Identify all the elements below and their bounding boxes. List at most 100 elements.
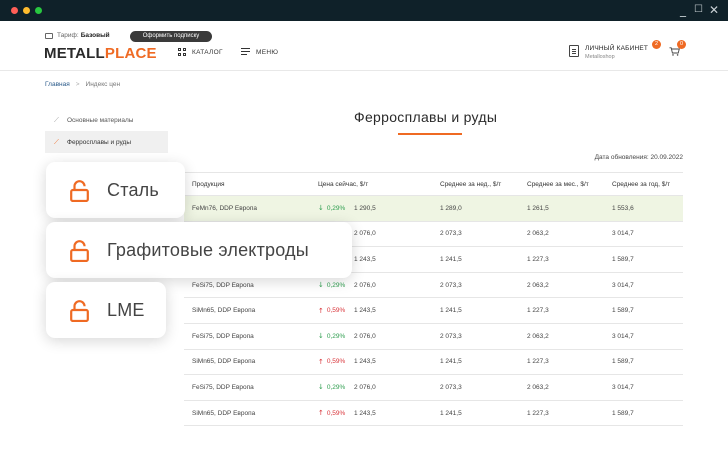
arrow-down-icon: ↓ [318, 383, 324, 392]
site-logo[interactable]: METALLPLACE [44, 45, 157, 62]
logo-part-metall: METALL [44, 45, 105, 62]
column-header-price[interactable]: Цена сейчас, $/т [318, 173, 368, 195]
account-title: ЛИЧНЫЙ КАБИНЕТ [585, 45, 649, 52]
menu-label: МЕНЮ [256, 49, 279, 56]
month-avg-cell: 2 063,2 [527, 281, 549, 289]
breadcrumb-home[interactable]: Главная [45, 81, 70, 88]
account-badge: 2 [652, 40, 661, 49]
sidebar-item-label: Основные материалы [67, 116, 134, 124]
logo-part-place: PLACE [104, 45, 157, 62]
product-cell: SiMn65, DDP Европа [192, 409, 256, 417]
table-row[interactable]: FeMn76, DDP Европа ↓ 0,29% 1 290,5 1 289,0 1 … [184, 196, 683, 222]
table-row[interactable]: FeSi75, DDP Европа ↓ 0,29% 2 076,0 2 073,3 2 … [184, 324, 683, 350]
column-header-month[interactable]: Среднее за мес., $/т [527, 173, 589, 195]
lock-open-icon [70, 240, 89, 262]
locked-category-graphite-electrodes[interactable]: Графитовые электроды [46, 222, 352, 278]
arrow-up-icon: ↑ [318, 409, 324, 418]
table-row[interactable]: SiMn65, DDP Европа ↑ 0,59% 1 243,5 1 241,5 1 … [184, 401, 683, 427]
locked-category-steel[interactable]: Сталь [46, 162, 185, 218]
week-avg-cell: 2 073,3 [440, 230, 462, 238]
year-avg-cell: 1 589,7 [612, 307, 634, 315]
change-cell: ↑ 0,59% [318, 350, 345, 375]
month-avg-cell: 1 261,5 [527, 204, 549, 212]
price-cell: 2 076,0 [354, 332, 376, 340]
locked-category-label: Сталь [107, 179, 159, 200]
close-window-button[interactable] [11, 7, 18, 14]
year-avg-cell: 1 589,7 [612, 358, 634, 366]
maximize-icon[interactable]: ☐ [694, 3, 703, 17]
catalog-button[interactable]: КАТАЛОГ [178, 48, 223, 56]
week-avg-cell: 1 241,5 [440, 255, 462, 263]
week-avg-cell: 1 289,0 [440, 204, 462, 212]
price-cell: 2 076,0 [354, 383, 376, 391]
title-underline [398, 133, 462, 135]
table-row[interactable]: SiMn65, DDP Европа ↑ 0,59% 1 243,5 1 241,5 1 … [184, 298, 683, 324]
price-cell: 1 243,5 [354, 358, 376, 366]
month-avg-cell: 1 227,3 [527, 358, 549, 366]
tariff-info: Тариф: Базовый [45, 32, 110, 39]
site-header: Тариф: Базовый Оформить подписку METALLP… [0, 21, 728, 71]
change-cell: ↓ 0,29% [318, 196, 345, 221]
month-avg-cell: 1 227,3 [527, 307, 549, 315]
price-cell: 1 243,5 [354, 255, 376, 263]
product-cell: FeSi75, DDP Европа [192, 383, 254, 391]
month-avg-cell: 1 227,3 [527, 409, 549, 417]
change-value: 0,59% [326, 409, 346, 417]
trend-icon: ⟋ [54, 115, 59, 124]
arrow-down-icon: ↓ [318, 281, 324, 290]
cart-badge: 0 [677, 40, 686, 49]
year-avg-cell: 3 014,7 [612, 383, 634, 391]
year-avg-cell: 1 553,6 [612, 204, 634, 212]
arrow-up-icon: ↑ [318, 306, 324, 315]
change-cell: ↑ 0,59% [318, 298, 345, 323]
breadcrumb-separator: > [75, 81, 80, 88]
hamburger-icon [241, 48, 250, 57]
subscribe-button[interactable]: Оформить подписку [130, 31, 212, 42]
sidebar-item-ferroalloys[interactable]: ⟋ Ферросплавы и руды [45, 131, 168, 153]
table-header-row: Продукция Цена сейчас, $/т Среднее за не… [184, 172, 683, 196]
sidebar-item-label: Ферросплавы и руды [67, 138, 131, 146]
price-table: Продукция Цена сейчас, $/т Среднее за не… [184, 172, 683, 427]
year-avg-cell: 1 589,7 [612, 409, 634, 417]
locked-category-label: Графитовые электроды [107, 239, 309, 260]
breadcrumb: Главная > Индекс цен [45, 81, 120, 88]
update-date: Дата обновления: 20.09.2022 [594, 154, 683, 161]
table-row[interactable]: SiMn65, DDP Европа ↑ 0,59% 1 243,5 1 241,5 1 … [184, 350, 683, 376]
table-row[interactable]: FeSi75, DDP Европа ↓ 0,29% 2 076,0 2 073,3 2 … [184, 375, 683, 401]
change-value: 0,59% [326, 307, 346, 315]
month-avg-cell: 2 063,2 [527, 383, 549, 391]
price-cell: 2 076,0 [354, 230, 376, 238]
change-value: 0,59% [326, 358, 346, 366]
account-subtitle: Metalloshop [585, 54, 615, 60]
month-avg-cell: 2 063,2 [527, 332, 549, 340]
week-avg-cell: 1 241,5 [440, 307, 462, 315]
locked-category-lme[interactable]: LME [46, 282, 166, 338]
change-value: 0,29% [326, 383, 346, 391]
price-cell: 2 076,0 [354, 281, 376, 289]
arrow-down-icon: ↓ [318, 332, 324, 341]
price-cell: 1 290,5 [354, 204, 376, 212]
menu-button[interactable]: МЕНЮ [241, 48, 278, 57]
product-cell: SiMn65, DDP Европа [192, 307, 256, 315]
column-header-product[interactable]: Продукция [192, 173, 225, 195]
product-cell: FeSi75, DDP Европа [192, 332, 254, 340]
minimize-icon[interactable]: _ [680, 3, 686, 17]
column-header-year[interactable]: Среднее за год, $/т [612, 173, 670, 195]
year-avg-cell: 3 014,7 [612, 230, 634, 238]
minimize-window-button[interactable] [23, 7, 30, 14]
change-cell: ↑ 0,59% [318, 401, 345, 426]
week-avg-cell: 2 073,3 [440, 383, 462, 391]
price-cell: 1 243,5 [354, 409, 376, 417]
breadcrumb-current: Индекс цен [85, 81, 121, 88]
sidebar-item-basic-materials[interactable]: ⟋ Основные материалы [45, 109, 168, 131]
column-header-week[interactable]: Среднее за нед., $/т [440, 173, 501, 195]
lock-open-icon [70, 300, 89, 322]
arrow-down-icon: ↓ [318, 204, 324, 213]
close-icon[interactable]: ✕ [709, 3, 719, 17]
week-avg-cell: 2 073,3 [440, 332, 462, 340]
window-titlebar: _ ☐ ✕ [0, 0, 728, 21]
trend-icon: ⟋ [54, 137, 59, 146]
maximize-window-button[interactable] [35, 7, 42, 14]
account-link[interactable]: ЛИЧНЫЙ КАБИНЕТ Metalloshop [569, 42, 648, 60]
change-cell: ↓ 0,29% [318, 324, 345, 349]
